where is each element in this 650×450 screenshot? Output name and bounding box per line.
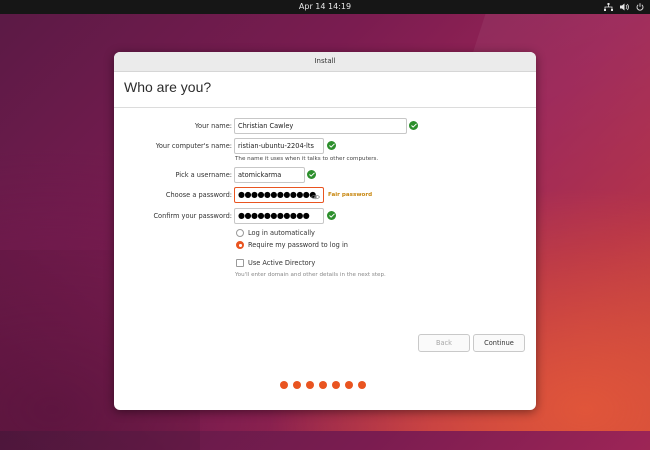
progress-dot [306, 381, 314, 389]
back-button[interactable]: Back [418, 334, 470, 352]
active-directory-checkbox[interactable] [236, 259, 244, 267]
volume-icon[interactable] [620, 3, 629, 11]
progress-dot [345, 381, 353, 389]
confirm-password-label: Confirm your password: [153, 212, 232, 220]
username-label: Pick a username: [175, 171, 232, 179]
password-masked-value: ●●●●●●●●●●●● [238, 190, 316, 199]
computer-name-hint: The name it uses when it talks to other … [235, 156, 379, 162]
page-title: Who are you? [124, 79, 212, 95]
name-row: Your name: Christian Cawley [114, 118, 536, 134]
username-valid-check-icon [307, 170, 316, 179]
name-label: Your name: [194, 122, 232, 130]
login-automatically-label: Log in automatically [248, 229, 315, 237]
password-label: Choose a password: [165, 191, 232, 199]
network-icon[interactable] [604, 3, 613, 11]
power-icon[interactable] [636, 3, 644, 11]
progress-dot [358, 381, 366, 389]
password-field[interactable]: ●●●●●●●●●●●● [234, 187, 324, 203]
computer-name-valid-check-icon [327, 141, 336, 150]
clock[interactable]: Apr 14 14:19 [0, 0, 650, 14]
confirm-password-field[interactable]: ●●●●●●●●●●● [234, 208, 324, 224]
progress-dot [293, 381, 301, 389]
confirm-password-row: Confirm your password: ●●●●●●●●●●● [114, 208, 536, 224]
confirm-password-masked-value: ●●●●●●●●●●● [238, 211, 310, 220]
computer-name-label: Your computer's name: [155, 142, 232, 150]
confirm-password-valid-check-icon [327, 211, 336, 220]
computer-name-field[interactable]: ristian-ubuntu-2204-lts [234, 138, 324, 154]
login-automatically-radio[interactable] [236, 229, 244, 237]
username-row: Pick a username: atomickarma [114, 167, 536, 183]
name-field[interactable]: Christian Cawley [234, 118, 407, 134]
top-bar: Apr 14 14:19 [0, 0, 650, 14]
active-directory-label: Use Active Directory [248, 259, 316, 267]
progress-dot [319, 381, 327, 389]
installer-window: Install Who are you? Your name: Christia… [114, 52, 536, 410]
show-password-eye-icon[interactable] [311, 191, 320, 202]
require-password-radio[interactable] [236, 241, 244, 249]
progress-dot [280, 381, 288, 389]
require-password-label: Require my password to log in [248, 241, 348, 249]
username-field[interactable]: atomickarma [234, 167, 305, 183]
name-valid-check-icon [409, 121, 418, 130]
password-strength-label: Fair password [328, 192, 373, 198]
install-progress-dots [280, 381, 366, 389]
computer-name-row: Your computer's name: ristian-ubuntu-220… [114, 138, 536, 154]
active-directory-hint: You'll enter domain and other details in… [235, 272, 386, 278]
progress-dot [332, 381, 340, 389]
password-row: Choose a password: ●●●●●●●●●●●● Fair pas… [114, 187, 536, 203]
system-tray[interactable] [604, 0, 644, 14]
header-divider [114, 107, 536, 108]
window-title: Install [114, 52, 536, 72]
continue-button[interactable]: Continue [473, 334, 525, 352]
